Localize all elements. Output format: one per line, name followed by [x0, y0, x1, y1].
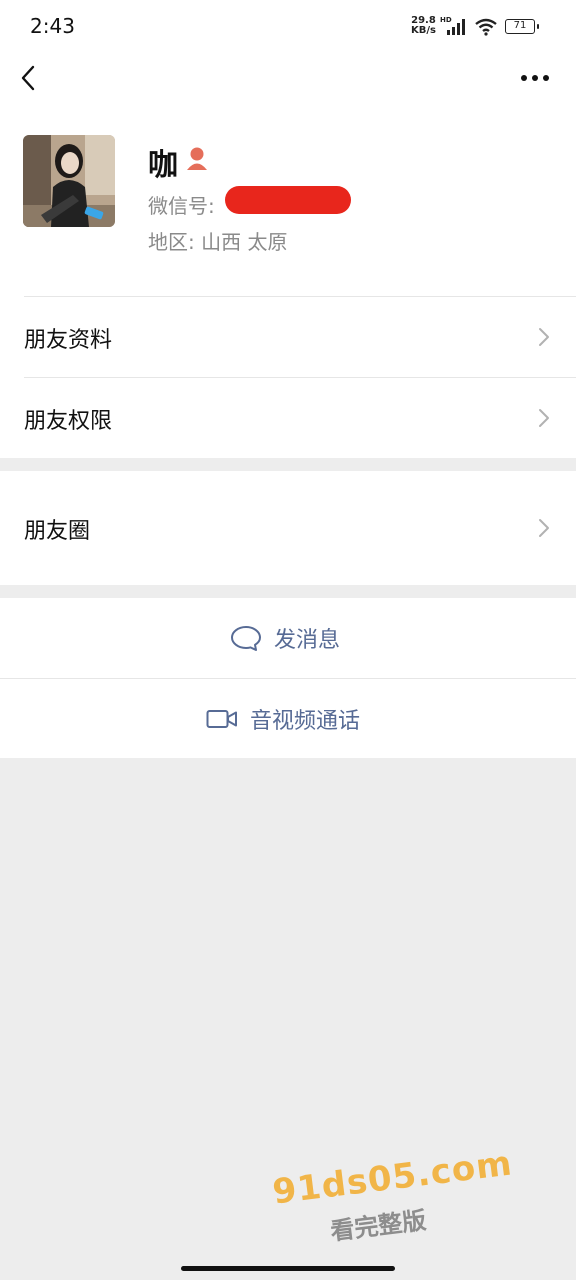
watermark-url: 91ds05.com — [270, 1143, 515, 1213]
home-indicator[interactable] — [181, 1266, 395, 1271]
chevron-right-icon — [539, 519, 549, 537]
region-text: 地区: 山西 太原 — [148, 230, 288, 254]
video-call-button[interactable]: 音视频通话 — [0, 679, 576, 759]
contact-name: 咖 — [148, 148, 178, 183]
send-message-button[interactable]: 发消息 — [0, 598, 576, 678]
signal-icon — [447, 19, 465, 35]
status-time: 2:43 — [30, 14, 75, 38]
watermark-text: 看完整版 — [328, 1206, 428, 1246]
status-bar: 2:43 29.8 KB/s HD 71 — [0, 0, 576, 56]
network-speed-unit: KB/s — [411, 25, 436, 36]
row-friend-permissions[interactable]: 朋友权限 — [0, 378, 576, 458]
battery-indicator: 71 — [505, 19, 539, 34]
video-call-label: 音视频通话 — [250, 709, 361, 734]
female-person-icon — [187, 147, 207, 170]
row-label: 朋友圈 — [24, 519, 91, 544]
row-moments[interactable]: 朋友圈 — [0, 471, 576, 585]
chat-bubble-icon — [231, 626, 261, 651]
network-speed: 29.8 KB/s — [411, 16, 436, 36]
row-label: 朋友资料 — [24, 328, 113, 353]
row-friend-profile[interactable]: 朋友资料 — [0, 297, 576, 377]
video-camera-icon — [206, 710, 237, 728]
wechat-id-redaction — [225, 186, 351, 214]
more-options-icon[interactable] — [520, 74, 550, 82]
send-message-label: 发消息 — [274, 628, 341, 653]
wechat-id-label: 微信号: — [148, 194, 215, 218]
row-label: 朋友权限 — [24, 409, 113, 434]
wifi-icon — [475, 18, 497, 36]
chevron-right-icon — [539, 409, 549, 427]
nav-bar — [0, 56, 576, 100]
back-arrow-icon[interactable] — [18, 64, 40, 92]
chevron-right-icon — [539, 328, 549, 346]
avatar[interactable] — [23, 135, 115, 227]
